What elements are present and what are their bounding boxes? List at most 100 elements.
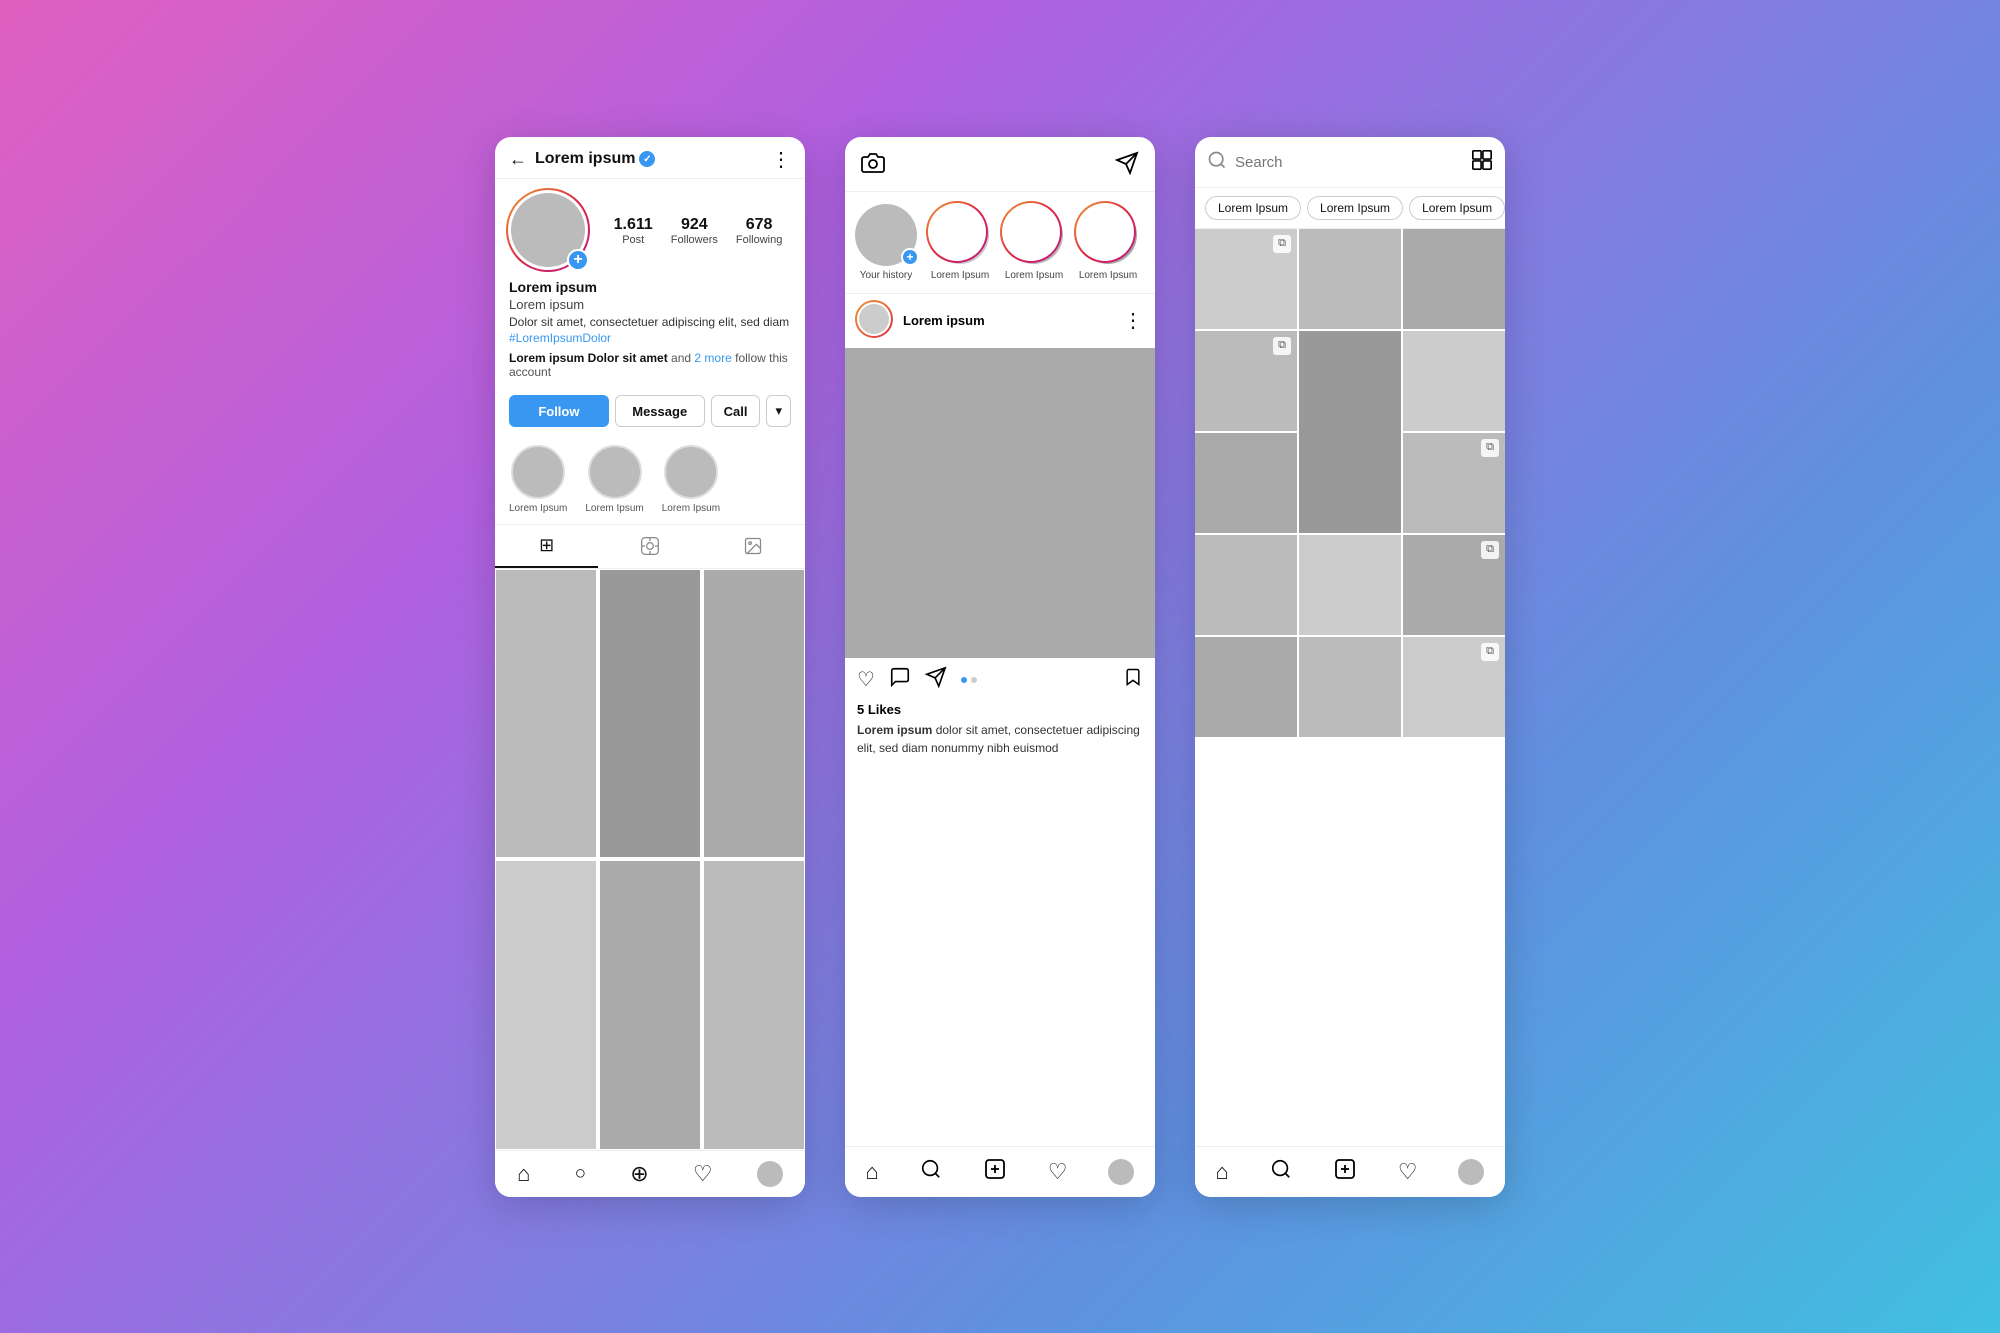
post-options-button[interactable]: ⋮ [1123, 308, 1143, 333]
explore-cell[interactable] [1195, 637, 1297, 737]
story-item-own[interactable]: + Your history [855, 204, 917, 281]
explore-cell[interactable]: ⧉ [1195, 229, 1297, 329]
grid-cell[interactable] [495, 569, 597, 858]
post-avatar [857, 302, 891, 336]
tab-grid[interactable]: ⊞ [495, 525, 598, 568]
search-header [1195, 137, 1505, 188]
grid-cell[interactable] [703, 569, 805, 858]
post-dots [961, 677, 977, 683]
grid-cell[interactable] [599, 860, 701, 1149]
explore-cell[interactable] [1299, 229, 1401, 329]
dot-active [961, 677, 967, 683]
grid-cell[interactable] [599, 569, 701, 858]
message-button[interactable]: Message [615, 395, 705, 427]
nav-profile-avatar[interactable] [1458, 1159, 1484, 1185]
explore-cell[interactable] [1299, 637, 1401, 737]
phone-profile: ← Lorem ipsum ✓ ⋮ + 1.611 Post 924 Follo… [495, 137, 805, 1197]
story-item[interactable]: Lorem Ipsum [1003, 204, 1065, 281]
tab-tagged[interactable] [702, 525, 805, 568]
grid-view-icon[interactable] [1471, 149, 1493, 177]
highlight-item[interactable]: Lorem Ipsum [585, 445, 643, 514]
bio-link[interactable]: #LoremIpsumDolor [509, 331, 611, 345]
grid-cell[interactable] [495, 860, 597, 1149]
post-image [845, 348, 1155, 658]
nav-add[interactable] [1333, 1157, 1357, 1187]
camera-icon[interactable] [861, 151, 885, 181]
nav-heart[interactable]: ♡ [693, 1161, 713, 1187]
tab-reels[interactable] [598, 525, 701, 568]
bottom-nav: ⌂ ♡ [845, 1146, 1155, 1197]
profile-subname: Lorem ipsum [509, 297, 791, 312]
following-stat: 678 Following [736, 216, 782, 246]
followers-count: 924 [681, 216, 708, 234]
filter-chip[interactable]: Lorem Ipsum [1307, 196, 1403, 220]
post-header: Lorem ipsum ⋮ [845, 294, 1155, 348]
mutual-name: Lorem ipsum Dolor sit amet [509, 351, 668, 365]
like-button[interactable]: ♡ [857, 667, 875, 692]
grid-cell[interactable] [703, 860, 805, 1149]
story-item[interactable]: Lorem Ipsum [1077, 204, 1139, 281]
highlight-item[interactable]: Lorem Ipsum [509, 445, 567, 514]
highlight-item[interactable]: Lorem Ipsum [662, 445, 720, 514]
nav-home[interactable]: ⌂ [865, 1159, 878, 1185]
share-button[interactable] [925, 666, 947, 694]
mutual-more-link[interactable]: 2 more [694, 351, 731, 365]
nav-home[interactable]: ⌂ [1215, 1159, 1228, 1185]
search-input[interactable] [1235, 154, 1463, 171]
story-ring [926, 201, 988, 263]
highlight-label: Lorem Ipsum [585, 503, 643, 514]
follow-button[interactable]: Follow [509, 395, 609, 427]
story-label: Lorem Ipsum [931, 270, 989, 281]
post-user: Lorem ipsum [857, 302, 985, 340]
filter-chip[interactable]: Lorem Ipsum [1409, 196, 1505, 220]
nav-search[interactable] [1270, 1158, 1292, 1186]
story-add-button[interactable]: + [901, 248, 919, 266]
options-button[interactable]: ⋮ [771, 147, 791, 172]
story-item[interactable]: Lorem Ipsum [929, 204, 991, 281]
call-button[interactable]: Call [711, 395, 761, 427]
profile-info-row: + 1.611 Post 924 Followers 678 Following [495, 179, 805, 279]
bookmark-button[interactable] [1123, 666, 1143, 694]
back-button[interactable]: ← [509, 149, 527, 170]
following-count: 678 [746, 216, 773, 234]
explore-cell[interactable]: ⧉ [1403, 637, 1505, 737]
profile-header: ← Lorem ipsum ✓ ⋮ [495, 137, 805, 179]
comment-button[interactable] [889, 666, 911, 694]
feed-header [845, 137, 1155, 192]
stats-row: 1.611 Post 924 Followers 678 Following [605, 216, 791, 246]
highlight-circle [511, 445, 565, 499]
nav-search[interactable] [920, 1158, 942, 1186]
explore-cell[interactable] [1299, 331, 1401, 533]
post-caption: Lorem ipsum dolor sit amet, consectetuer… [845, 721, 1155, 765]
explore-cell[interactable] [1403, 229, 1505, 329]
explore-cell[interactable] [1195, 433, 1297, 533]
post-actions: ♡ [845, 658, 1155, 702]
multi-icon: ⧉ [1481, 643, 1499, 661]
add-story-button[interactable]: + [567, 249, 589, 271]
nav-home[interactable]: ⌂ [517, 1161, 530, 1187]
send-icon[interactable] [1115, 151, 1139, 181]
nav-add[interactable] [983, 1157, 1007, 1187]
highlights-row: Lorem Ipsum Lorem Ipsum Lorem Ipsum [495, 437, 805, 524]
nav-search[interactable]: ○ [575, 1163, 586, 1185]
explore-cell[interactable] [1299, 535, 1401, 635]
explore-cell[interactable]: ⧉ [1195, 331, 1297, 431]
followers-stat: 924 Followers [671, 216, 718, 246]
nav-add[interactable]: ⊕ [630, 1161, 648, 1187]
dropdown-button[interactable]: ▾ [766, 395, 791, 427]
mutual-follows: Lorem ipsum Dolor sit amet and 2 more fo… [509, 351, 791, 379]
nav-heart[interactable]: ♡ [1398, 1159, 1418, 1185]
filter-chip[interactable]: Lorem Ipsum [1205, 196, 1301, 220]
nav-profile-avatar[interactable] [1108, 1159, 1134, 1185]
nav-heart[interactable]: ♡ [1048, 1159, 1068, 1185]
nav-profile-avatar[interactable] [757, 1161, 783, 1187]
dot-inactive [971, 677, 977, 683]
action-row: Follow Message Call ▾ [495, 391, 805, 437]
posts-label: Post [622, 234, 644, 246]
explore-cell[interactable]: ⧉ [1403, 433, 1505, 533]
explore-cell[interactable]: ⧉ [1403, 535, 1505, 635]
phone-feed: + Your history Lorem Ipsum Lorem Ipsum L… [845, 137, 1155, 1197]
explore-cell[interactable] [1195, 535, 1297, 635]
multi-icon: ⧉ [1481, 541, 1499, 559]
explore-cell[interactable] [1403, 331, 1505, 431]
